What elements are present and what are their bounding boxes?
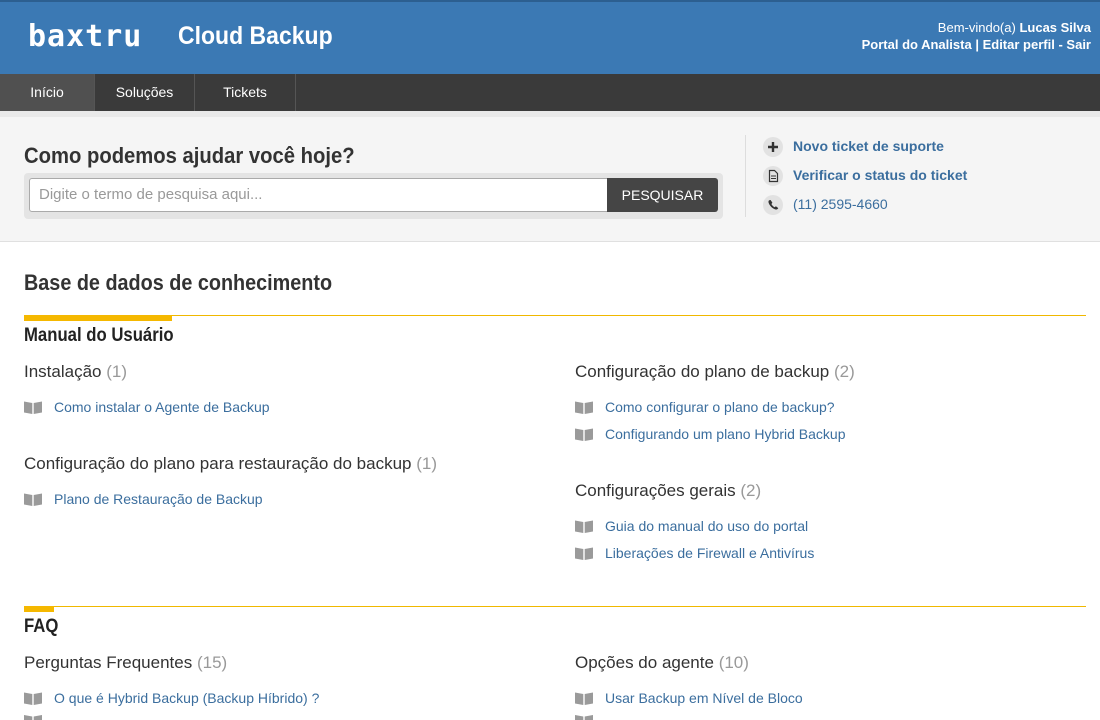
book-icon — [575, 520, 593, 533]
category-title[interactable]: Configuração do plano para restauração d… — [24, 454, 437, 474]
book-icon — [24, 715, 42, 720]
user-name: Lucas Silva — [1019, 20, 1091, 35]
category-title[interactable]: Opções do agente (10) — [575, 653, 749, 673]
book-icon — [575, 715, 593, 720]
book-icon — [575, 401, 593, 414]
category-title[interactable]: Perguntas Frequentes (15) — [24, 653, 227, 673]
logo[interactable]: baxtru — [28, 22, 142, 52]
nav-inicio[interactable]: Início — [0, 74, 95, 111]
search-button[interactable]: PESQUISAR — [607, 178, 718, 212]
book-icon — [24, 692, 42, 705]
book-icon — [575, 692, 593, 705]
logout-link[interactable]: Sair — [1066, 37, 1091, 52]
section-title-manual[interactable]: Manual do Usuário — [24, 325, 174, 347]
book-icon — [24, 401, 42, 414]
user-links: Portal do Analista | Editar perfil - Sai… — [861, 37, 1091, 52]
main-nav: Início Soluções Tickets — [0, 74, 1100, 111]
nav-tickets[interactable]: Tickets — [195, 74, 296, 111]
plus-icon — [763, 137, 783, 157]
section-title-faq[interactable]: FAQ — [24, 616, 58, 638]
book-icon — [24, 493, 42, 506]
header: baxtru Cloud Backup Bem-vindo(a) Lucas S… — [0, 0, 1100, 74]
search-heading: Como podemos ajudar você hoje? — [24, 143, 355, 168]
document-icon — [763, 166, 783, 186]
search-panel: Como podemos ajudar você hoje? Digite o … — [0, 111, 1100, 242]
category-title[interactable]: Instalação (1) — [24, 362, 127, 382]
portal-link[interactable]: Portal do Analista — [862, 37, 972, 52]
nav-solucoes[interactable]: Soluções — [95, 74, 195, 111]
section-divider — [24, 606, 1086, 607]
divider — [745, 135, 746, 217]
kb-title: Base de dados de conhecimento — [24, 270, 333, 295]
search-box: Digite o termo de pesquisa aqui... PESQU… — [24, 173, 723, 219]
app-title: Cloud Backup — [178, 22, 333, 50]
category-title[interactable]: Configurações gerais (2) — [575, 481, 761, 501]
edit-profile-link[interactable]: Editar perfil — [983, 37, 1055, 52]
user-area: Bem-vindo(a) Lucas Silva Portal do Anali… — [862, 19, 1091, 53]
section-accent — [24, 606, 54, 612]
welcome-text: Bem-vindo(a) Lucas Silva — [937, 20, 1091, 35]
book-icon — [575, 547, 593, 560]
section-accent — [24, 315, 172, 321]
phone-icon — [763, 195, 783, 215]
category-title[interactable]: Configuração do plano de backup (2) — [575, 362, 855, 382]
book-icon — [575, 428, 593, 441]
section-divider — [24, 315, 1086, 316]
search-input[interactable]: Digite o termo de pesquisa aqui... — [29, 178, 609, 212]
